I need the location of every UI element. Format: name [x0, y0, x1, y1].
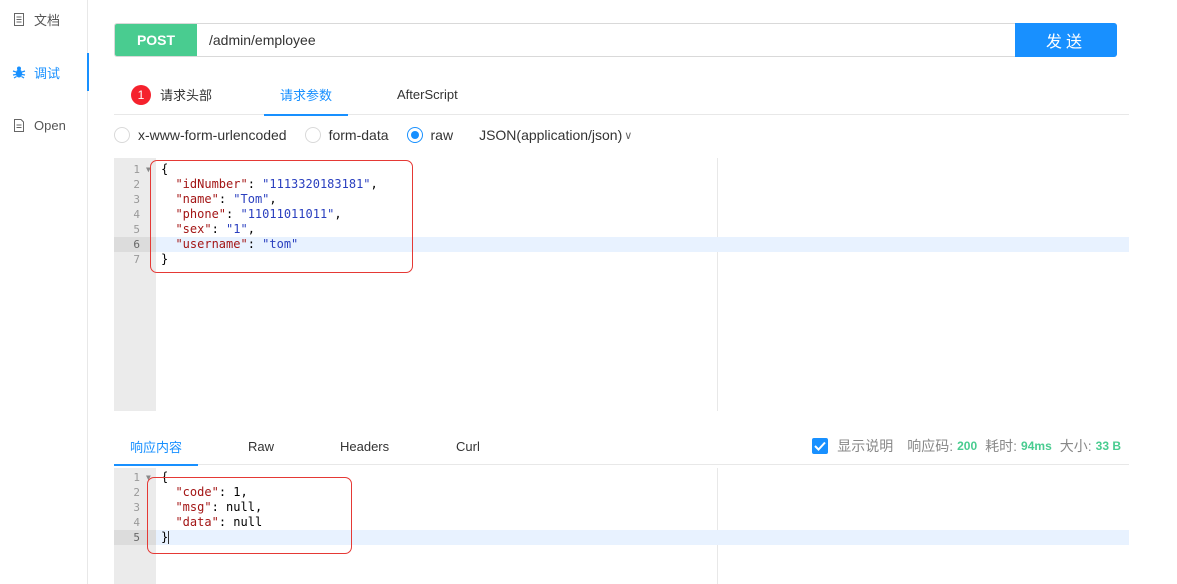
sidebar-item-debug[interactable]: 调试 — [0, 53, 89, 91]
tab-request-headers[interactable]: 1 请求头部 — [131, 74, 212, 115]
code-line: 1 ▼ { — [133, 162, 169, 177]
tab-label: 请求参数 — [280, 88, 333, 103]
radio-circle — [114, 127, 130, 143]
response-body-viewer[interactable]: 1 ▼ { 2 "code": 1, 3 "msg": null, 4 "dat… — [114, 468, 1129, 584]
sidebar-item-label: 调试 — [34, 65, 61, 81]
send-button[interactable]: 发送 — [1015, 23, 1117, 57]
fold-arrow-icon[interactable]: ▼ — [146, 162, 151, 177]
code-line-active: 6 "username": "tom" — [114, 237, 1129, 252]
response-tabs: 响应内容 Raw Headers Curl 显示说明 响应码: 200 耗时: … — [113, 427, 1129, 466]
check-icon — [814, 441, 826, 451]
code-line: 3 "name": "Tom", — [133, 192, 277, 206]
method-select[interactable]: POST — [115, 24, 197, 56]
status-code-value: 200 — [957, 439, 978, 453]
tab-response-headers[interactable]: Headers — [340, 427, 389, 465]
response-size-label: 大小: — [1059, 438, 1092, 454]
radio-form-data[interactable]: form-data — [304, 127, 389, 143]
tab-label: AfterScript — [397, 87, 458, 102]
body-type-group: x-www-form-urlencoded form-data raw JSON… — [114, 124, 632, 146]
show-description-label: 显示说明 — [837, 438, 894, 454]
code-line-active: 5 } — [114, 530, 1129, 545]
show-description-checkbox[interactable] — [812, 438, 829, 454]
sidebar: 文档 调试 Open — [0, 0, 89, 584]
fold-arrow-icon[interactable]: ▼ — [146, 470, 151, 485]
content-type-label: JSON(application/json) — [479, 127, 623, 143]
tab-label: Raw — [248, 438, 275, 454]
document-icon — [12, 12, 26, 26]
response-size-value: 33 B — [1095, 439, 1121, 453]
sidebar-item-open[interactable]: Open — [0, 110, 88, 140]
bug-icon — [12, 65, 26, 79]
radio-urlencoded[interactable]: x-www-form-urlencoded — [114, 127, 287, 143]
request-tabs: 1 请求头部 请求参数 AfterScript — [114, 74, 1129, 116]
code-line: 5 "sex": "1", — [133, 222, 255, 236]
radio-label: form-data — [328, 127, 389, 143]
radio-label: x-www-form-urlencoded — [138, 127, 287, 143]
url-input[interactable] — [197, 24, 1015, 56]
tab-afterscript[interactable]: AfterScript — [397, 74, 458, 115]
request-url-bar: POST 发送 — [114, 23, 1117, 57]
file-icon — [12, 118, 26, 132]
chevron-down-icon: ∨ — [624, 129, 633, 142]
code-line: 2 "idNumber": "1113320183181", — [133, 177, 378, 191]
tab-request-params[interactable]: 请求参数 — [263, 74, 349, 116]
tab-response-curl[interactable]: Curl — [456, 427, 480, 465]
code-line: 4 "phone": "11011011011", — [133, 207, 342, 221]
request-body-editor[interactable]: 1 ▼ { 2 "idNumber": "1113320183181", 3 "… — [114, 158, 1129, 411]
headers-count-badge: 1 — [131, 84, 151, 105]
radio-label: raw — [430, 127, 454, 143]
code-line: 2 "code": 1, — [133, 485, 248, 499]
sidebar-item-label: Open — [34, 117, 66, 133]
tab-response-content[interactable]: 响应内容 — [113, 427, 199, 466]
sidebar-item-docs[interactable]: 文档 — [0, 4, 88, 34]
tab-label: Curl — [456, 438, 480, 454]
tab-label: 请求头部 — [160, 88, 213, 103]
code-line: 1 ▼ { — [133, 470, 169, 485]
radio-circle — [304, 127, 321, 143]
radio-raw[interactable]: raw — [406, 127, 454, 143]
code-line: 3 "msg": null, — [133, 500, 263, 514]
code-line: 4 "data": null — [133, 515, 263, 529]
tab-label: 响应内容 — [130, 439, 183, 455]
response-time-label: 耗时: — [985, 438, 1018, 454]
content-type-dropdown[interactable]: JSON(application/json) ∨ — [479, 127, 632, 143]
response-status: 显示说明 响应码: 200 耗时: 94ms 大小: 33 B — [812, 427, 1121, 465]
code-line: 7 } — [133, 252, 169, 266]
response-time-value: 94ms — [1021, 439, 1052, 453]
tab-label: Headers — [340, 438, 390, 454]
radio-circle-checked — [406, 127, 423, 143]
text-cursor — [168, 531, 170, 544]
sidebar-item-label: 文档 — [34, 12, 61, 28]
status-code-label: 响应码: — [907, 438, 954, 454]
tab-response-raw[interactable]: Raw — [248, 427, 274, 465]
